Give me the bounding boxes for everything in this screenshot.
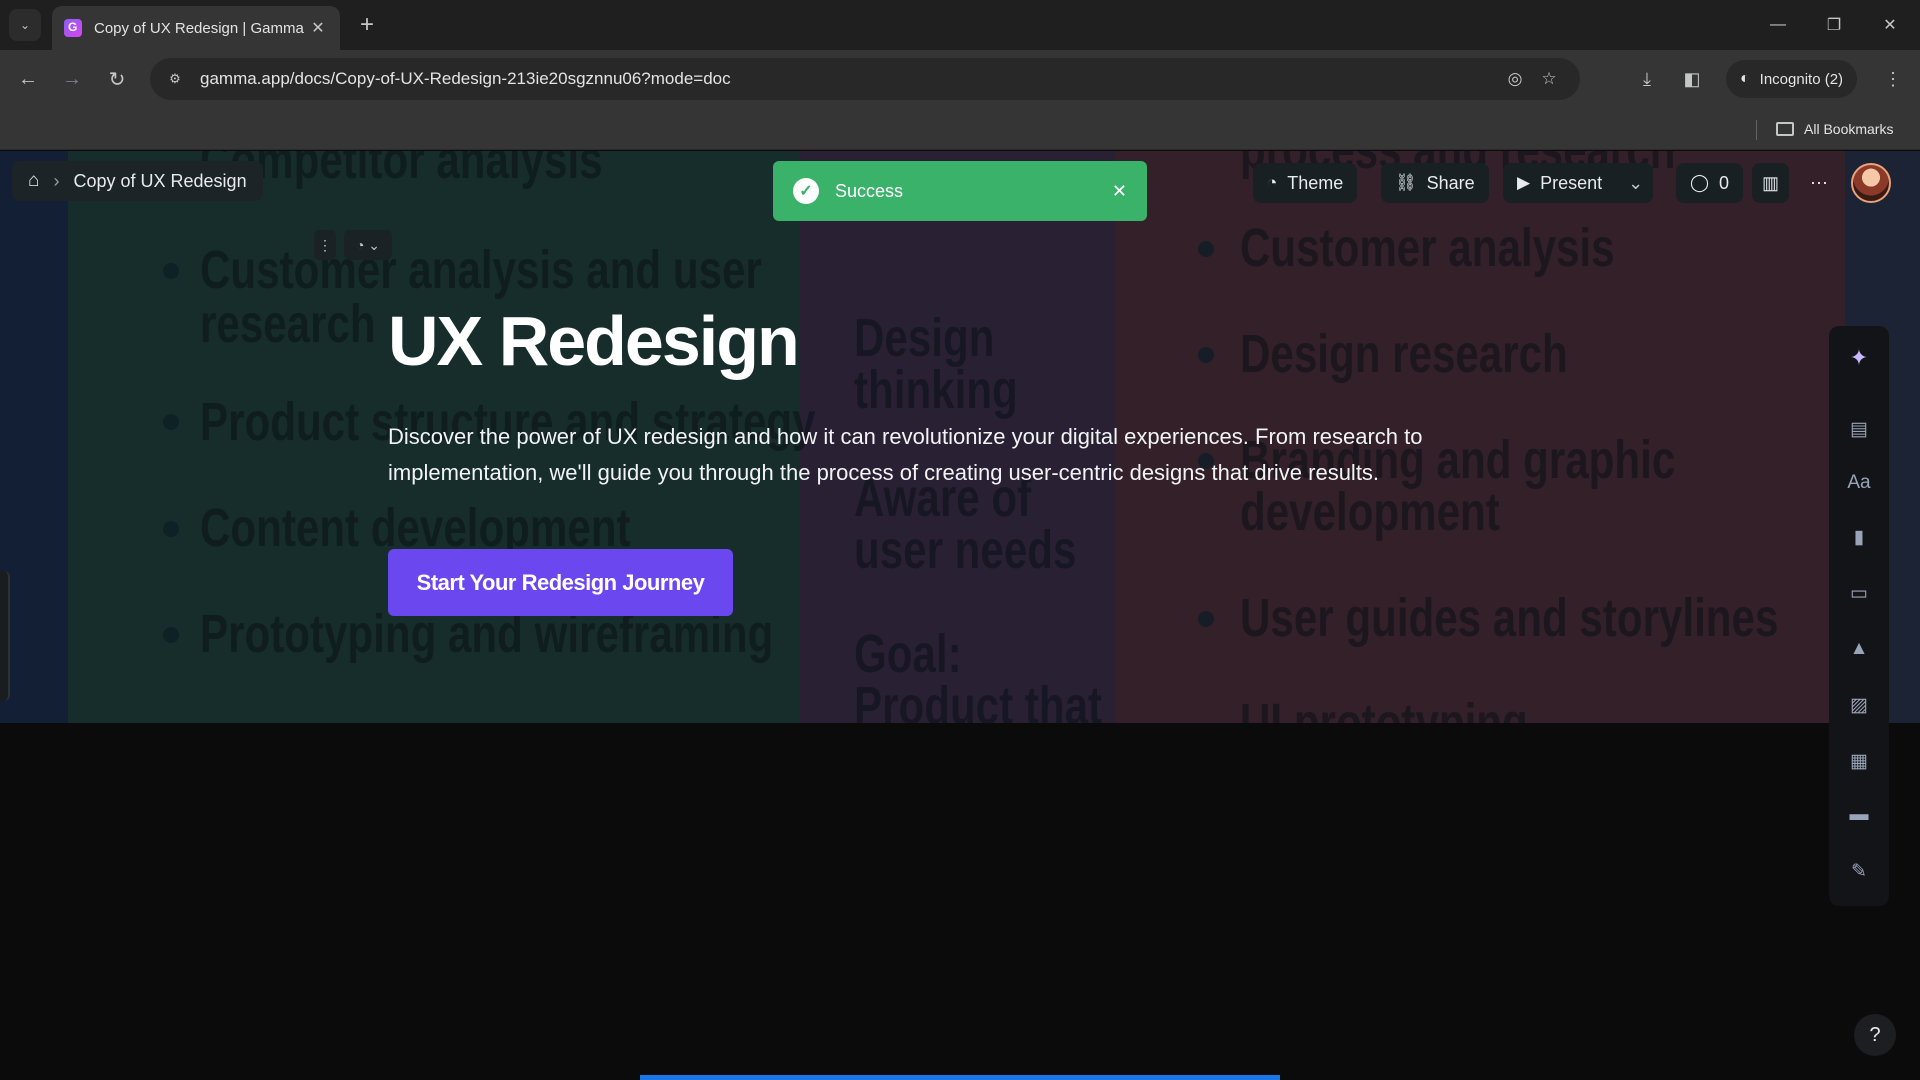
back-button[interactable]: ← — [11, 62, 45, 96]
callout-icon[interactable]: ▮ — [1844, 522, 1874, 552]
all-bookmarks-label: All Bookmarks — [1804, 121, 1894, 137]
arrow-right-icon: → — [62, 67, 82, 90]
link-icon: ⛓ — [1395, 173, 1417, 192]
restore-button[interactable]: ❐ — [1811, 0, 1857, 50]
bar-chart-icon: ▥ — [1762, 172, 1780, 193]
present-label: Present — [1540, 172, 1603, 193]
more-options-button[interactable]: ⋯ — [1800, 163, 1838, 203]
avatar[interactable] — [1851, 163, 1891, 203]
browser-toolbar: ← → ↻ ⚙ gamma.app/docs/Copy-of-UX-Redesi… — [0, 50, 1920, 108]
close-icon[interactable]: ✕ — [308, 18, 328, 38]
browser-tab-active[interactable]: Copy of UX Redesign | Gamma ✕ — [52, 6, 340, 50]
arrow-left-icon: ← — [18, 67, 38, 90]
chevron-right-icon: › — [53, 170, 60, 191]
incognito-indicator[interactable]: ◐ Incognito (2) — [1726, 60, 1858, 98]
question-icon: ? — [1869, 1023, 1881, 1046]
site-info-icon[interactable]: ⚙ — [164, 68, 186, 90]
check-circle-icon: ✓ — [793, 178, 819, 204]
minimize-icon: — — [1770, 16, 1786, 33]
toast-message: Success — [835, 180, 904, 201]
hero-title[interactable]: UX Redesign — [388, 301, 800, 381]
bookmarks-divider — [1756, 120, 1757, 140]
minimize-button[interactable]: — — [1755, 0, 1801, 50]
reload-button[interactable]: ↻ — [100, 62, 134, 96]
insert-sidebar: ✦ ▤ Aa ▮ ▭ ▲ ▨ ▦ ▬ ✎ — [1829, 326, 1889, 906]
help-button[interactable]: ? — [1854, 1014, 1896, 1056]
success-toast: ✓ Success ✕ — [773, 161, 1147, 221]
layout-icon[interactable]: ▭ — [1844, 578, 1874, 608]
shapes-icon[interactable]: ▲ — [1844, 634, 1874, 664]
address-bar[interactable]: ⚙ gamma.app/docs/Copy-of-UX-Redesign-213… — [150, 58, 1580, 100]
download-icon[interactable]: ⤓ — [1630, 62, 1664, 96]
drag-handle-icon[interactable]: ⋮ — [314, 230, 336, 260]
close-icon: ✕ — [1883, 17, 1897, 34]
ai-icon[interactable]: ✦ — [1844, 343, 1874, 373]
button-icon[interactable]: ▬ — [1844, 800, 1874, 830]
outline-panel-handle[interactable] — [0, 571, 10, 701]
comment-icon: ◯ — [1690, 173, 1710, 192]
card-templates-icon[interactable]: ▤ — [1844, 414, 1874, 444]
close-icon[interactable]: ✕ — [1112, 181, 1127, 202]
chevron-down-icon: ⌄ — [19, 18, 31, 32]
share-label: Share — [1426, 172, 1475, 193]
more-menu-icon[interactable]: ⋮ — [1876, 62, 1910, 96]
bookmarks-bar: All Bookmarks — [0, 108, 1920, 150]
form-icon[interactable]: ✎ — [1844, 856, 1874, 886]
comments-button[interactable]: ◯ 0 — [1676, 163, 1744, 203]
share-button[interactable]: ⛓ Share — [1381, 163, 1489, 203]
text-style-icon[interactable]: Aa — [1844, 468, 1874, 498]
new-tab-button[interactable]: + — [352, 10, 382, 40]
block-toolbar: ⋮ ◔ ⌄ — [314, 230, 400, 260]
cta-button[interactable]: Start Your Redesign Journey — [388, 549, 733, 616]
loading-progress-bar — [640, 1075, 1280, 1080]
star-icon[interactable]: ☆ — [1532, 69, 1566, 89]
table-icon[interactable]: ▦ — [1844, 746, 1874, 776]
url-text[interactable]: gamma.app/docs/Copy-of-UX-Redesign-213ie… — [200, 69, 1498, 89]
palette-icon: ◔ ⌄ — [355, 236, 381, 253]
all-bookmarks-button[interactable]: All Bookmarks — [1776, 116, 1893, 142]
browser-tabstrip: ⌄ Copy of UX Redesign | Gamma ✕ + — ❐ ✕ — [0, 0, 1920, 50]
analytics-button[interactable]: ▥ — [1752, 163, 1790, 203]
tab-title: Copy of UX Redesign | Gamma — [94, 19, 304, 37]
breadcrumb[interactable]: ⌂ › Copy of UX Redesign — [12, 161, 263, 201]
reload-icon: ↻ — [108, 68, 126, 91]
card-style-button[interactable]: ◔ ⌄ — [344, 230, 392, 260]
tab-search-button[interactable]: ⌄ — [9, 9, 41, 41]
home-icon[interactable]: ⌂ — [28, 170, 39, 192]
side-panel-icon[interactable]: ◧ — [1675, 62, 1709, 96]
restore-icon: ❐ — [1826, 17, 1842, 34]
more-horizontal-icon: ⋯ — [1810, 172, 1828, 193]
hero-description[interactable]: Discover the power of UX redesign and ho… — [388, 419, 1468, 491]
forward-button[interactable]: → — [55, 62, 89, 96]
gamma-favicon-icon — [64, 19, 82, 37]
gamma-editor-page: Competitor analysis Customer analysis an… — [0, 151, 1920, 1080]
eye-off-icon[interactable]: ◎ — [1498, 69, 1532, 89]
plus-icon: + — [359, 11, 374, 38]
incognito-icon: ◐ — [1740, 70, 1750, 87]
palette-icon: ◔ — [1267, 173, 1278, 192]
chevron-down-icon[interactable]: ⌄ — [1628, 173, 1643, 194]
close-window-button[interactable]: ✕ — [1867, 0, 1913, 50]
image-icon[interactable]: ▨ — [1844, 690, 1874, 720]
present-button[interactable]: ▶ Present ⌄ — [1503, 163, 1654, 203]
folder-icon — [1776, 122, 1794, 136]
theme-label: Theme — [1287, 172, 1344, 193]
breadcrumb-doc-title[interactable]: Copy of UX Redesign — [73, 171, 246, 192]
theme-button[interactable]: ◔ Theme — [1253, 163, 1358, 203]
incognito-label: Incognito (2) — [1759, 70, 1844, 88]
play-icon: ▶ — [1517, 173, 1531, 192]
comments-count: 0 — [1719, 172, 1730, 193]
